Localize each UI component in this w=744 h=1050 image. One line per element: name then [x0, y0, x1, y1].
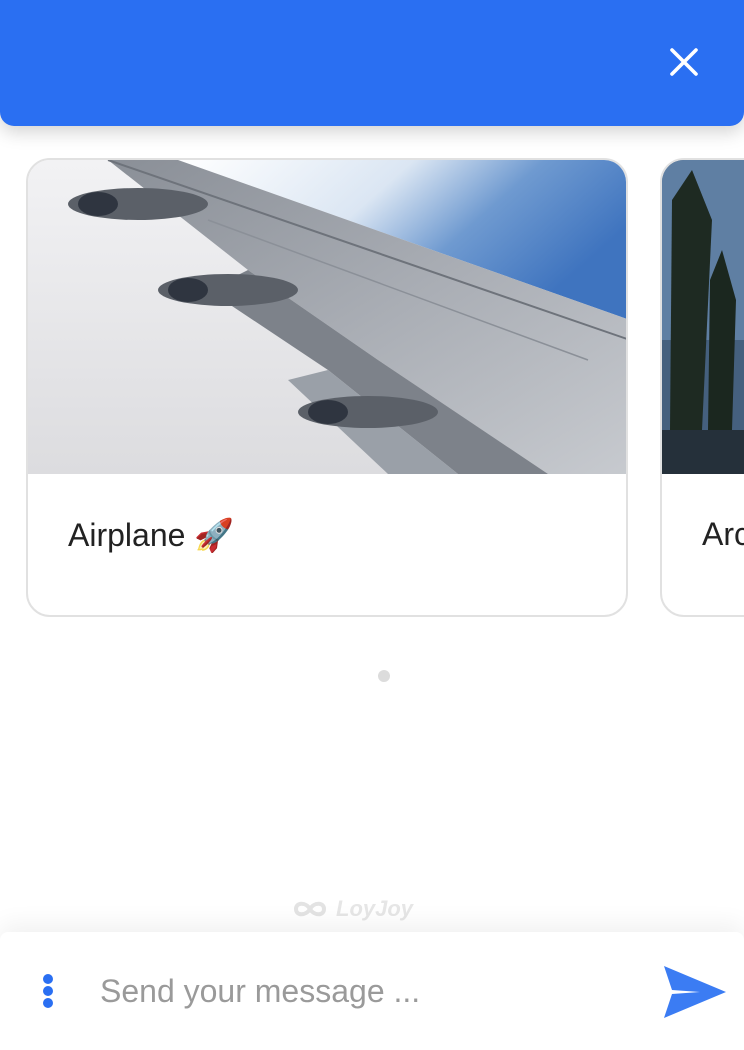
brand-watermark: LoyJoy — [292, 894, 413, 924]
airplane-wing-image — [28, 160, 626, 474]
send-icon — [664, 966, 726, 1018]
more-vertical-icon — [43, 974, 53, 984]
card-title: Arc — [702, 516, 744, 552]
close-icon — [670, 48, 698, 76]
pagination-dot[interactable] — [378, 670, 390, 682]
more-vertical-icon-dot — [43, 986, 53, 996]
close-button[interactable] — [660, 38, 708, 86]
brand-name: LoyJoy — [336, 896, 414, 921]
send-button[interactable] — [660, 962, 728, 1022]
chat-widget: Airplane 🚀 Arc LoyJoy — [0, 0, 744, 1050]
message-composer — [0, 932, 744, 1050]
card-title: Airplane 🚀 — [68, 517, 235, 553]
card-carousel[interactable]: Airplane 🚀 Arc — [0, 126, 744, 646]
more-options-button[interactable] — [30, 968, 66, 1014]
more-vertical-icon-dot — [43, 998, 53, 1008]
carousel-card[interactable]: Airplane 🚀 — [26, 158, 628, 617]
chat-header — [0, 0, 744, 126]
infinity-logo-icon — [293, 901, 327, 917]
message-input[interactable] — [100, 962, 630, 1020]
carousel-card[interactable]: Arc — [660, 158, 744, 617]
cypress-trees-image — [662, 160, 744, 474]
